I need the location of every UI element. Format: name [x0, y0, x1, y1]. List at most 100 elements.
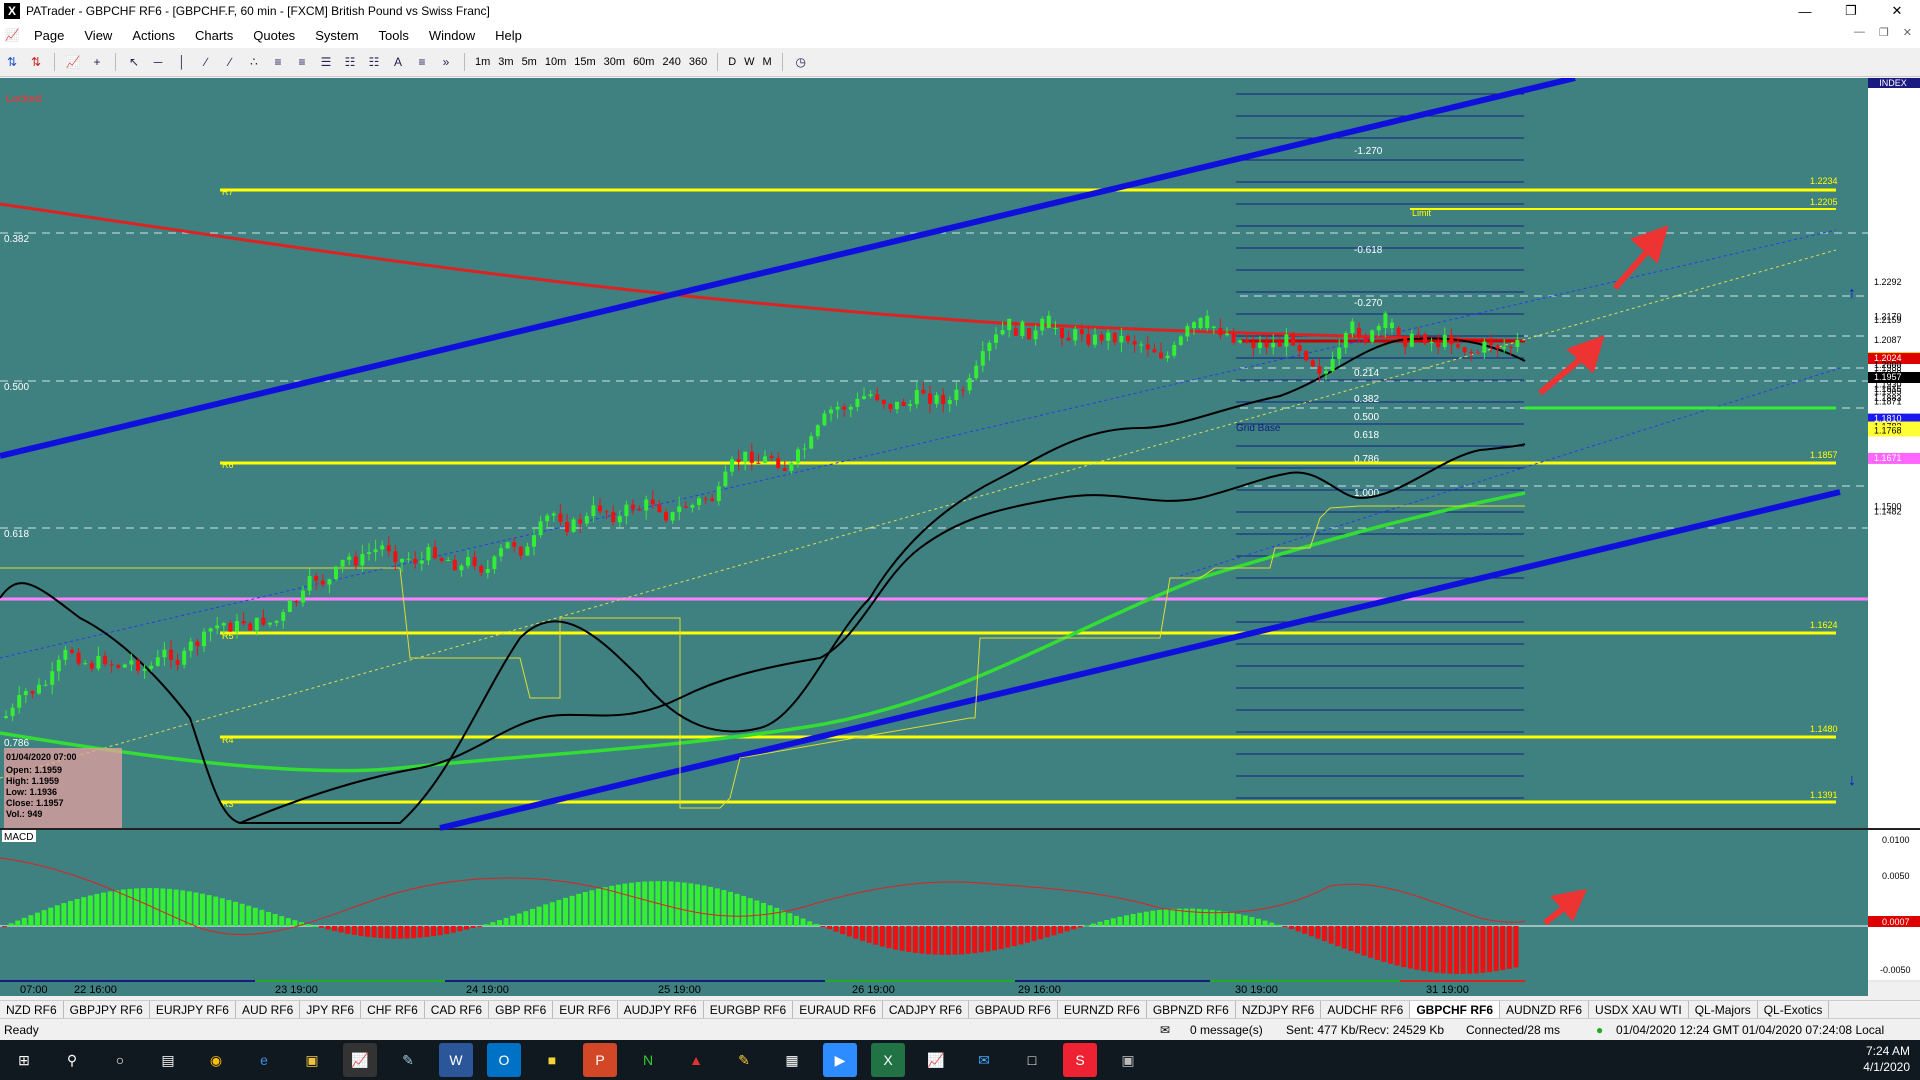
- page-icon[interactable]: 📈: [2, 25, 22, 45]
- timeframe-240[interactable]: 240: [658, 56, 684, 68]
- menu-view[interactable]: View: [74, 28, 122, 43]
- channel-icon[interactable]: ∕: [220, 52, 240, 72]
- windows-start-icon[interactable]: ⊞: [7, 1043, 41, 1077]
- tab-nzd-rf6[interactable]: NZD RF6: [0, 1001, 64, 1019]
- candle-body: [63, 649, 68, 660]
- timeframe-w[interactable]: W: [740, 56, 758, 68]
- app-gray-icon[interactable]: ▣: [1111, 1043, 1145, 1077]
- edge-icon[interactable]: e: [247, 1043, 281, 1077]
- powerpoint-icon[interactable]: P: [583, 1043, 617, 1077]
- close-icon[interactable]: ✕: [1874, 0, 1920, 22]
- task-view-icon[interactable]: ▤: [151, 1043, 185, 1077]
- tab-audnzd-rf6[interactable]: AUDNZD RF6: [1500, 1001, 1590, 1019]
- word-icon[interactable]: W: [439, 1043, 473, 1077]
- file-explorer-icon[interactable]: ▣: [295, 1043, 329, 1077]
- trend-line-icon[interactable]: ∕: [196, 52, 216, 72]
- pivot-icon[interactable]: ☷: [364, 52, 384, 72]
- tab-audchf-rf6[interactable]: AUDCHF RF6: [1321, 1001, 1411, 1019]
- fib-retracement-icon[interactable]: ≡: [268, 52, 288, 72]
- timeframe-1m[interactable]: 1m: [471, 56, 494, 68]
- timeframe-3m[interactable]: 3m: [494, 56, 517, 68]
- timeframe-30m[interactable]: 30m: [600, 56, 629, 68]
- timeframe-15m[interactable]: 15m: [570, 56, 599, 68]
- clock-icon[interactable]: ◷: [791, 52, 811, 72]
- fib-extension-icon[interactable]: ≡: [292, 52, 312, 72]
- tab-gbpjpy-rf6[interactable]: GBPJPY RF6: [64, 1001, 150, 1019]
- cycle-lines-icon[interactable]: ☷: [340, 52, 360, 72]
- text-icon[interactable]: A: [388, 52, 408, 72]
- menu-help[interactable]: Help: [485, 28, 532, 43]
- chart-icon[interactable]: 📈: [63, 52, 83, 72]
- tab-cad-rf6[interactable]: CAD RF6: [425, 1001, 490, 1019]
- zoom-icon[interactable]: ▶: [823, 1043, 857, 1077]
- vertical-line-icon[interactable]: │: [172, 52, 192, 72]
- mail-icon[interactable]: ✉: [1160, 1023, 1170, 1037]
- price-chart[interactable]: INDEX Locked 0.382 0.500 0.618 0.786 -1.…: [0, 75, 1920, 1000]
- tab-gbpchf-rf6[interactable]: GBPCHF RF6: [1410, 1001, 1501, 1019]
- tab-eurnzd-rf6[interactable]: EURNZD RF6: [1058, 1001, 1147, 1019]
- minimize-icon[interactable]: —: [1782, 0, 1828, 22]
- menu-window[interactable]: Window: [419, 28, 485, 43]
- chrome-icon[interactable]: ◉: [199, 1043, 233, 1077]
- sell-arrows-icon[interactable]: ⇅: [26, 52, 46, 72]
- tab-audjpy-rf6[interactable]: AUDJPY RF6: [618, 1001, 704, 1019]
- notes-icon[interactable]: ✎: [391, 1043, 425, 1077]
- tab-eurgbp-rf6[interactable]: EURGBP RF6: [704, 1001, 794, 1019]
- ninja-icon[interactable]: N: [631, 1043, 665, 1077]
- tab-nzdjpy-rf6[interactable]: NZDJPY RF6: [1236, 1001, 1322, 1019]
- tab-gbp-rf6[interactable]: GBP RF6: [489, 1001, 554, 1019]
- ruler-icon[interactable]: ≡: [412, 52, 432, 72]
- tab-gbpaud-rf6[interactable]: GBPAUD RF6: [969, 1001, 1058, 1019]
- fib-fan-icon[interactable]: ∴: [244, 52, 264, 72]
- gann-icon[interactable]: ☰: [316, 52, 336, 72]
- tab-ql-exotics[interactable]: QL-Exotics: [1758, 1001, 1830, 1019]
- timeframe-360[interactable]: 360: [685, 56, 711, 68]
- mdi-minimize-icon[interactable]: —: [1854, 26, 1865, 39]
- price-axis-label: 1.1671: [1874, 453, 1902, 463]
- tab-gbpnzd-rf6[interactable]: GBPNZD RF6: [1147, 1001, 1236, 1019]
- menu-quotes[interactable]: Quotes: [243, 28, 305, 43]
- sticky-notes-icon[interactable]: ■: [535, 1043, 569, 1077]
- mdi-close-icon[interactable]: ✕: [1903, 26, 1912, 39]
- menu-tools[interactable]: Tools: [369, 28, 419, 43]
- horizontal-line-icon[interactable]: ─: [148, 52, 168, 72]
- patrader-icon[interactable]: 📈: [343, 1043, 377, 1077]
- timeframe-5m[interactable]: 5m: [518, 56, 541, 68]
- timeframe-10m[interactable]: 10m: [541, 56, 570, 68]
- tab-chf-rf6[interactable]: CHF RF6: [361, 1001, 425, 1019]
- paint-icon[interactable]: ✎: [727, 1043, 761, 1077]
- tab-euraud-rf6[interactable]: EURAUD RF6: [793, 1001, 883, 1019]
- app-red-icon[interactable]: ▲: [679, 1043, 713, 1077]
- cortana-icon[interactable]: ○: [103, 1043, 137, 1077]
- timeframe-m[interactable]: M: [759, 56, 776, 68]
- tab-aud-rf6[interactable]: AUD RF6: [236, 1001, 301, 1019]
- system-tray[interactable]: 7:24 AM 4/1/2020: [1863, 1043, 1910, 1075]
- timeframe-d[interactable]: D: [724, 56, 740, 68]
- mdi-restore-icon[interactable]: ❐: [1879, 26, 1889, 39]
- restore-icon[interactable]: ❐: [1828, 0, 1874, 22]
- tab-usdx-xau-wti[interactable]: USDX XAU WTI: [1589, 1001, 1689, 1019]
- macd-bar: [206, 895, 212, 926]
- timeframe-60m[interactable]: 60m: [629, 56, 658, 68]
- chart-app-icon[interactable]: 📈: [919, 1043, 953, 1077]
- snagit-icon[interactable]: S: [1063, 1043, 1097, 1077]
- cursor-icon[interactable]: ↖: [124, 52, 144, 72]
- outlook-icon[interactable]: O: [487, 1043, 521, 1077]
- tab-ql-majors[interactable]: QL-Majors: [1689, 1001, 1758, 1019]
- calculator-icon[interactable]: ▦: [775, 1043, 809, 1077]
- tab-cadjpy-rf6[interactable]: CADJPY RF6: [883, 1001, 970, 1019]
- tab-eur-rf6[interactable]: EUR RF6: [553, 1001, 618, 1019]
- buy-arrows-icon[interactable]: ⇅: [2, 52, 22, 72]
- more-tools-icon[interactable]: »: [436, 52, 456, 72]
- tab-jpy-rf6[interactable]: JPY RF6: [300, 1001, 362, 1019]
- document-icon[interactable]: □: [1015, 1043, 1049, 1077]
- menu-system[interactable]: System: [305, 28, 368, 43]
- menu-actions[interactable]: Actions: [122, 28, 185, 43]
- menu-charts[interactable]: Charts: [185, 28, 243, 43]
- outlook-mail-icon[interactable]: ✉: [967, 1043, 1001, 1077]
- search-icon[interactable]: ⚲: [55, 1043, 89, 1077]
- crosshair-icon[interactable]: +: [87, 52, 107, 72]
- excel-icon[interactable]: X: [871, 1043, 905, 1077]
- tab-eurjpy-rf6[interactable]: EURJPY RF6: [150, 1001, 236, 1019]
- menu-page[interactable]: Page: [24, 28, 74, 43]
